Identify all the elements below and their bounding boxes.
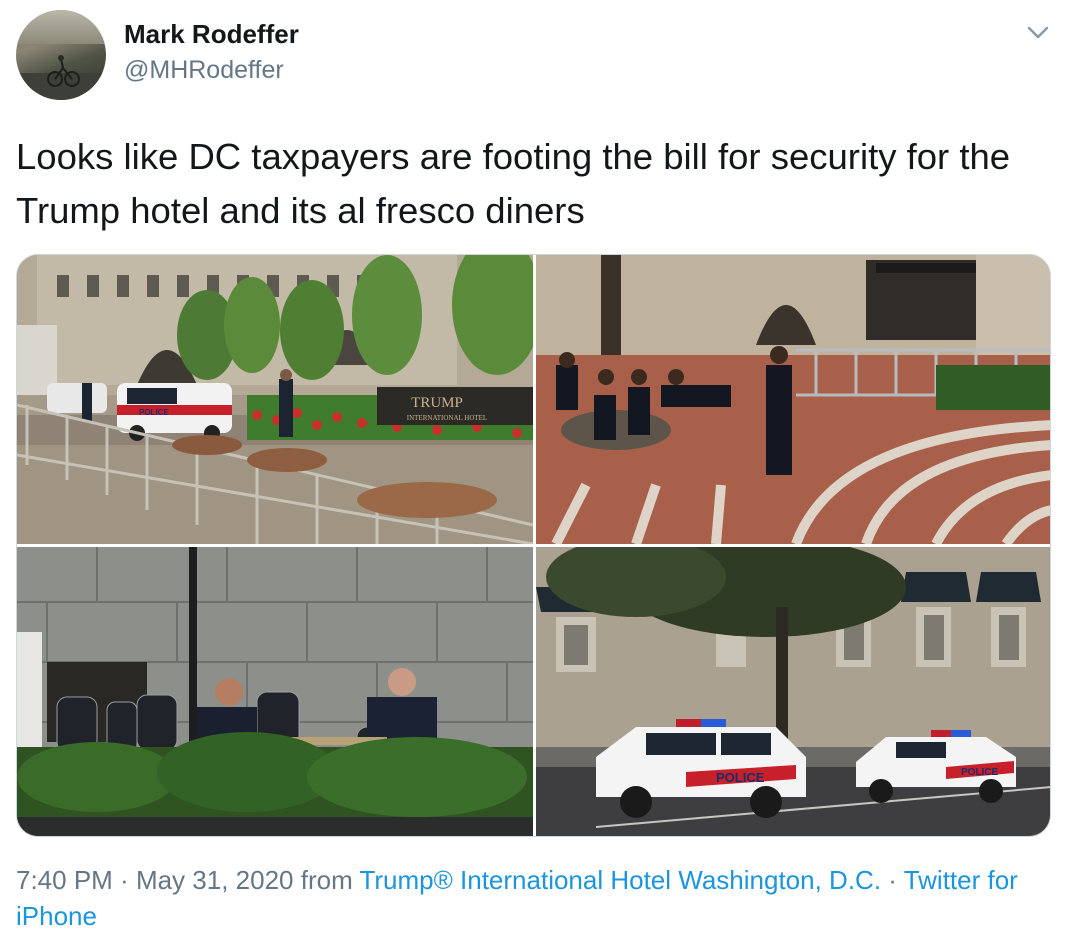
tweet-time[interactable]: 7:40 PM [16,865,113,895]
photo-hotel-entrance-image: TRUMP INTERNATIONAL HOTEL POLICE [17,255,533,544]
tweet-card: Mark Rodeffer @MHRodeffer Looks like DC … [0,0,1066,942]
author-name[interactable]: Mark Rodeffer [124,19,299,50]
author-handle[interactable]: @MHRodeffer [124,56,284,85]
photo-police-cars-image: POLICE POLICE [536,547,1050,836]
tweet-text: Looks like DC taxpayers are footing the … [16,136,1011,231]
cyclist-icon [47,55,80,87]
photo-diners[interactable] [17,547,533,836]
photo-diners-image [17,547,533,836]
tweet-date[interactable]: May 31, 2020 [136,865,294,895]
avatar-sky [16,10,106,45]
location-link[interactable]: Trump® International Hotel Washington, D… [359,865,881,895]
author-avatar[interactable] [16,10,106,100]
from-label: from [293,865,360,895]
police-car-label-3: POLICE [961,767,999,778]
meta-separator-2: · [881,865,904,895]
photo-hotel-entrance[interactable]: TRUMP INTERNATIONAL HOTEL POLICE [17,255,533,544]
chevron-down-icon[interactable] [1024,18,1052,46]
photo-police-cars[interactable]: POLICE POLICE [536,547,1050,836]
trump-sign-subtext: INTERNATIONAL HOTEL [407,414,487,422]
police-car-label-1: POLICE [139,408,169,417]
trump-sign-text: TRUMP [411,395,463,411]
police-car-label-2: POLICE [716,770,765,785]
photo-officers-plaza-image [536,255,1050,544]
media-grid: TRUMP INTERNATIONAL HOTEL POLICE POLICE … [16,254,1051,837]
meta-separator: · [112,865,136,895]
photo-officers-plaza[interactable] [536,255,1050,544]
tweet-metadata: 7:40 PM · May 31, 2020 from Trump® Inter… [16,862,1026,934]
